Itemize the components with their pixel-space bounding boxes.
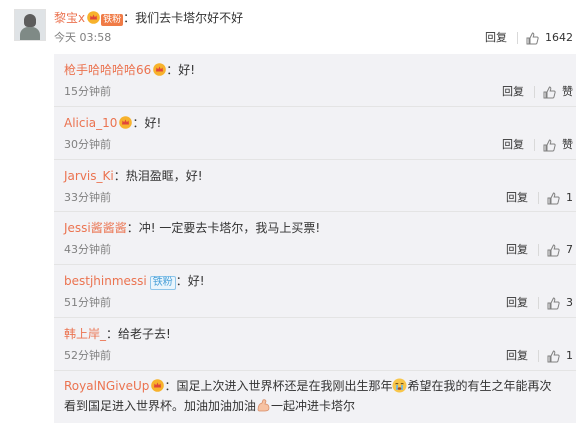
crying-face-icon — [392, 378, 407, 393]
reply-time: 33分钟前 — [64, 191, 111, 204]
like-button[interactable]: 赞 — [543, 138, 573, 152]
like-button[interactable]: 1642 — [526, 31, 573, 45]
username-link[interactable]: Jessi酱酱酱 — [64, 221, 127, 235]
reply-separator: ： — [126, 221, 139, 235]
avatar-head — [24, 14, 36, 27]
reply-text: 热泪盈眶，好! — [125, 169, 203, 183]
divider — [517, 32, 518, 44]
thumbs-up-icon — [547, 349, 560, 362]
reply-separator: ： — [113, 169, 126, 183]
reply-separator: ： — [164, 379, 177, 393]
like-count: 1 — [566, 191, 573, 204]
reply-actions: 回复 7 — [506, 243, 573, 257]
like-count: 1 — [566, 349, 573, 362]
fan-badge: 铁粉 — [101, 14, 124, 26]
crown-icon — [87, 11, 100, 24]
reply-button[interactable]: 回复 — [506, 296, 528, 310]
reply-actions: 回复 赞 — [502, 138, 573, 152]
reply-item: Alicia_10 ：好! 30分钟前 回复 赞 — [54, 106, 576, 160]
reply-time: 30分钟前 — [64, 138, 111, 151]
reply-item: Jarvis_Ki：热泪盈眶，好! 33分钟前 回复 1 — [54, 159, 576, 212]
divider — [534, 86, 535, 98]
reply-item: bestjhinmessi 铁粉 ：好! 51分钟前 回复 3 — [54, 264, 576, 318]
reply-item: Jessi酱酱酱：冲! 一定要去卡塔尔，我马上买票! 43分钟前 回复 7 — [54, 211, 576, 265]
divider — [538, 244, 539, 256]
reply-text: 国足上次进入世界杯还是在我刚出生那年 — [176, 379, 393, 393]
reply-time: 52分钟前 — [64, 349, 111, 362]
like-button[interactable]: 赞 — [543, 85, 573, 99]
reply-item: 枪手哈哈哈哈66 ：好! 15分钟前 回复 赞 — [54, 54, 576, 106]
avatar[interactable] — [14, 9, 46, 41]
thumbs-up-icon — [526, 31, 539, 44]
like-label: 赞 — [562, 85, 573, 98]
comment-text: 我们去卡塔尔好不好 — [135, 11, 244, 25]
reply-separator: ： — [132, 116, 145, 130]
reply-text: 好! — [144, 116, 162, 130]
fan-badge: 铁粉 — [149, 276, 176, 290]
username-link[interactable]: 黎宝x — [54, 11, 85, 25]
divider — [538, 350, 539, 362]
username-link[interactable]: 韩上岸_ — [64, 327, 106, 341]
crown-icon — [153, 63, 167, 76]
thumbs-up-icon — [547, 296, 560, 309]
divider — [538, 192, 539, 204]
crown-icon — [151, 379, 165, 392]
reply-text: 一起冲进卡塔尔 — [271, 399, 356, 413]
reply-separator: ： — [106, 327, 119, 341]
divider — [534, 139, 535, 151]
like-count: 3 — [566, 296, 573, 309]
thumbs-up-icon — [543, 85, 556, 98]
comment-actions: 回复 1642 — [485, 31, 573, 45]
avatar-body — [20, 27, 40, 40]
reply-actions: 回复 3 — [506, 296, 573, 310]
reply-text: 好! — [178, 63, 196, 77]
comment-separator: ： — [123, 11, 136, 25]
reply-time: 43分钟前 — [64, 243, 111, 256]
like-count: 1642 — [545, 31, 573, 44]
thumbs-up-icon — [543, 138, 556, 151]
main-comment: 黎宝x 铁粉 ：我们去卡塔尔好不好 今天 03:58 回复 1642 — [0, 0, 576, 54]
comment-time: 今天 03:58 — [54, 31, 112, 44]
reply-text: 希望在我的有生之年能再次 — [407, 379, 552, 393]
reply-item: 韩上岸_：给老子去! 52分钟前 回复 1 — [54, 317, 576, 371]
thumbs-up-icon — [547, 191, 560, 204]
reply-separator: ： — [175, 274, 188, 288]
reply-button[interactable]: 回复 — [502, 138, 524, 152]
reply-separator: ： — [166, 63, 179, 77]
reply-item: RoyalNGiveUp ：国足上次进入世界杯还是在我刚出生那年 希望在我的有生之年… — [54, 370, 576, 424]
reply-button[interactable]: 回复 — [502, 85, 524, 99]
username-link[interactable]: Jarvis_Ki — [64, 169, 114, 183]
username-link[interactable]: Alicia_10 — [64, 116, 117, 130]
thumbs-up-icon — [547, 243, 560, 256]
crown-icon — [119, 116, 133, 129]
flexed-arm-icon — [257, 399, 270, 412]
like-count: 7 — [566, 243, 573, 256]
reply-text: 看到国足进入世界杯。加油加油加油 — [64, 399, 257, 413]
like-button[interactable]: 1 — [547, 349, 573, 363]
username-link[interactable]: 枪手哈哈哈哈66 — [64, 63, 151, 77]
username-link[interactable]: RoyalNGiveUp — [64, 379, 149, 393]
reply-text: 好! — [187, 274, 205, 288]
reply-button[interactable]: 回复 — [506, 243, 528, 257]
reply-button[interactable]: 回复 — [506, 191, 528, 205]
divider — [538, 297, 539, 309]
reply-time: 15分钟前 — [64, 85, 111, 98]
reply-time: 51分钟前 — [64, 296, 111, 309]
reply-text: 冲! 一定要去卡塔尔，我马上买票! — [138, 221, 321, 235]
reply-text: 给老子去! — [118, 327, 171, 341]
like-label: 赞 — [562, 138, 573, 151]
like-button[interactable]: 3 — [547, 296, 573, 310]
like-button[interactable]: 1 — [547, 191, 573, 205]
like-button[interactable]: 7 — [547, 243, 573, 257]
reply-actions: 回复 赞 — [502, 85, 573, 99]
username-link[interactable]: bestjhinmessi — [64, 274, 147, 288]
reply-actions: 回复 1 — [506, 349, 573, 363]
reply-button[interactable]: 回复 — [485, 31, 507, 45]
reply-list: 枪手哈哈哈哈66 ：好! 15分钟前 回复 赞 Alicia_10 ：好! 30分钟… — [54, 54, 576, 423]
reply-button[interactable]: 回复 — [506, 349, 528, 363]
reply-actions: 回复 1 — [506, 191, 573, 205]
